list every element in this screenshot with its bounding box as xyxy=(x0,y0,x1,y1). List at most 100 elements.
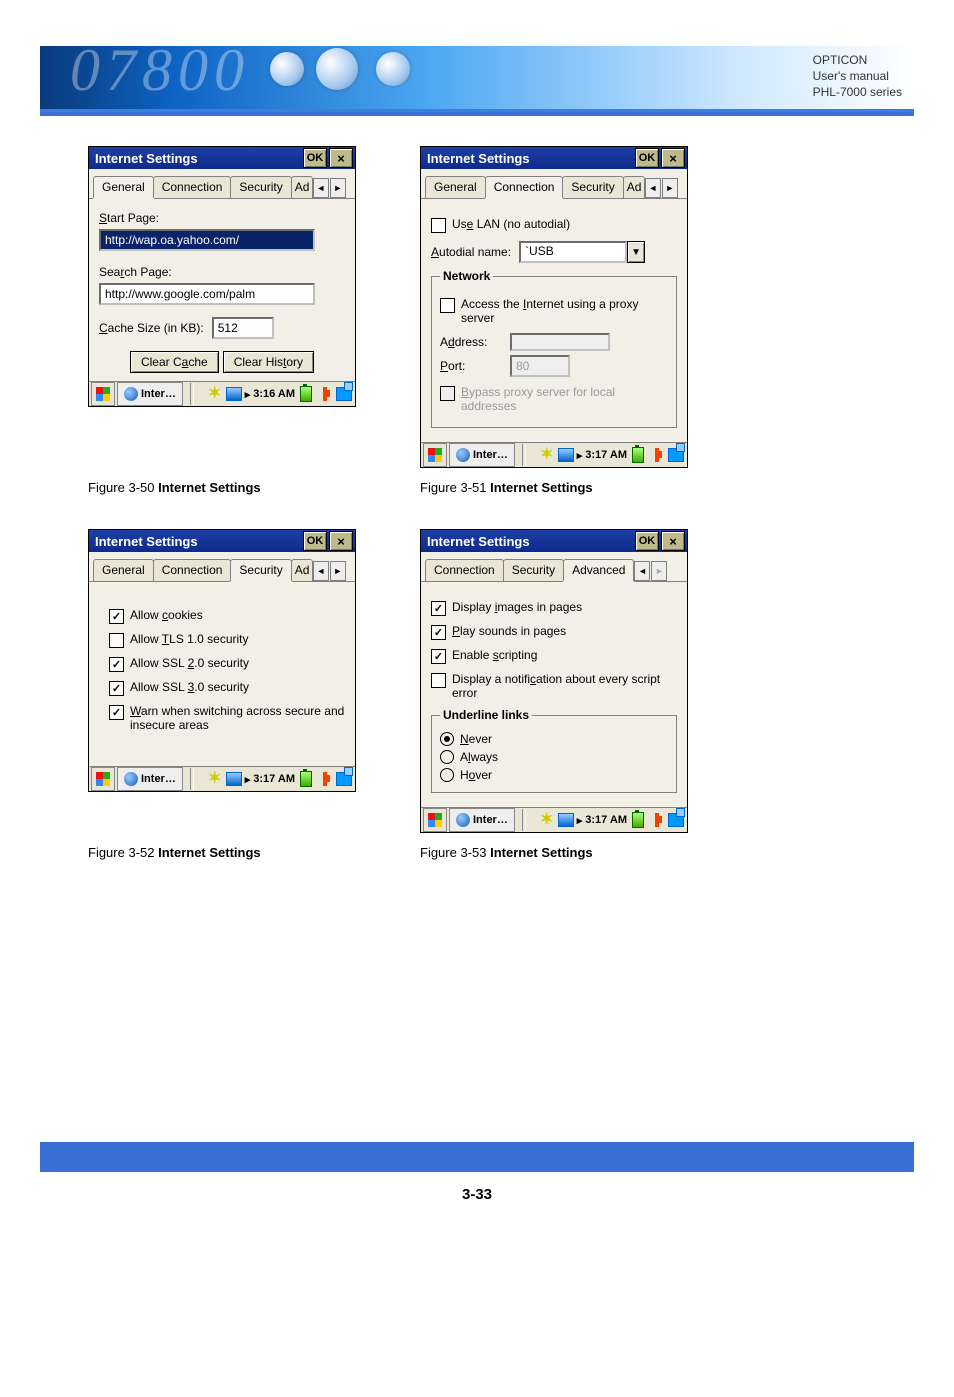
start-button[interactable] xyxy=(423,808,447,832)
ok-button[interactable]: OK xyxy=(635,148,659,168)
clear-cache-button[interactable]: Clear Cache xyxy=(130,351,219,373)
tab-scroll-right-icon[interactable]: ► xyxy=(330,561,346,581)
use-lan-checkbox[interactable]: Use LAN (no autodial) xyxy=(431,217,677,233)
figure-caption: Figure 3-53 Internet Settings xyxy=(420,845,692,860)
underline-hover-radio[interactable]: Hover xyxy=(440,768,668,782)
watermark-text: 07800 xyxy=(70,46,250,105)
clear-history-button[interactable]: Clear History xyxy=(223,351,314,373)
start-button[interactable] xyxy=(91,382,115,406)
underline-links-legend: Underline links xyxy=(440,708,532,722)
cache-size-input[interactable]: 512 xyxy=(212,317,274,339)
close-button[interactable]: × xyxy=(329,148,353,168)
tab-connection[interactable]: Connection xyxy=(153,559,232,581)
tab-truncated[interactable]: Ad xyxy=(291,559,313,581)
decorative-sphere xyxy=(376,52,410,86)
tab-security[interactable]: Security xyxy=(230,176,291,198)
allow-ssl3-checkbox[interactable]: Allow SSL 3.0 security xyxy=(109,680,345,696)
autodial-combo[interactable]: `USB ▼ xyxy=(519,241,645,263)
tab-security[interactable]: Security xyxy=(230,559,291,581)
taskbar-separator xyxy=(522,809,526,831)
taskbar-app-button[interactable]: Inter… xyxy=(117,382,183,406)
notify-script-error-checkbox[interactable]: Display a notification about every scrip… xyxy=(431,672,677,700)
tab-scroll-left-icon[interactable]: ◄ xyxy=(645,178,661,198)
taskbar: Inter… ✶ ▸ 3:17 AM xyxy=(421,807,687,832)
tab-truncated[interactable]: Ad xyxy=(623,176,645,198)
taskbar-app-button[interactable]: Inter… xyxy=(449,808,515,832)
enable-scripting-checkbox[interactable]: Enable scripting xyxy=(431,648,677,664)
allow-cookies-checkbox[interactable]: Allow cookies xyxy=(109,608,345,624)
taskbar-app-button[interactable]: Inter… xyxy=(449,443,515,467)
window-title: Internet Settings xyxy=(427,534,633,549)
display-images-checkbox[interactable]: Display images in pages xyxy=(431,600,677,616)
system-tray: ✶ ▸ 3:17 AM xyxy=(207,771,355,787)
tab-truncated[interactable]: Ad xyxy=(291,176,313,198)
decorative-sphere xyxy=(316,48,358,90)
connection-icon xyxy=(226,386,242,402)
play-sounds-checkbox[interactable]: Play sounds in pages xyxy=(431,624,677,640)
title-bar: Internet Settings OK × xyxy=(421,147,687,169)
network-icon xyxy=(668,447,684,463)
proxy-port-input[interactable]: 80 xyxy=(510,355,570,377)
proxy-checkbox[interactable]: Access the Internet using a proxy server xyxy=(440,297,668,325)
globe-icon xyxy=(456,448,470,462)
brand-name: OPTICON xyxy=(813,52,902,68)
tab-connection[interactable]: Connection xyxy=(153,176,232,198)
allow-tls-checkbox[interactable]: Allow TLS 1.0 security xyxy=(109,632,345,648)
underline-always-radio[interactable]: Always xyxy=(440,750,668,764)
clock: 3:17 AM xyxy=(253,773,295,785)
tray-arrow-icon: ▸ xyxy=(245,773,251,786)
start-button[interactable] xyxy=(91,767,115,791)
tab-security[interactable]: Security xyxy=(503,559,564,581)
tray-arrow-icon: ▸ xyxy=(577,814,583,827)
tab-strip: General Connection Security Ad ◄ ► xyxy=(421,169,687,199)
start-button[interactable] xyxy=(423,443,447,467)
windows-flag-icon xyxy=(96,772,110,786)
dropdown-arrow-icon[interactable]: ▼ xyxy=(627,241,645,263)
start-page-input[interactable]: http://wap.oa.yahoo.com/ xyxy=(99,229,315,251)
tray-arrow-icon: ▸ xyxy=(245,388,251,401)
tab-scroll-left-icon[interactable]: ◄ xyxy=(313,561,329,581)
proxy-address-input[interactable] xyxy=(510,333,610,351)
tab-scroll-right-icon[interactable]: ► xyxy=(662,178,678,198)
signal-icon: ✶ xyxy=(207,771,223,787)
signal-icon: ✶ xyxy=(207,386,223,402)
network-group: Network Access the Internet using a prox… xyxy=(431,269,677,428)
tab-scroll-right-icon[interactable]: ► xyxy=(651,561,667,581)
taskbar: Inter… ✶ ▸ 3:17 AM xyxy=(89,766,355,791)
globe-icon xyxy=(124,772,138,786)
plug-icon xyxy=(649,447,665,463)
warn-switch-checkbox[interactable]: Warn when switching across secure and in… xyxy=(109,704,345,732)
windows-flag-icon xyxy=(96,387,110,401)
port-label: Port: xyxy=(440,359,502,373)
close-button[interactable]: × xyxy=(661,148,685,168)
ok-button[interactable]: OK xyxy=(303,531,327,551)
taskbar-app-label: Inter… xyxy=(141,388,176,400)
clock: 3:17 AM xyxy=(585,449,627,461)
tab-scroll-left-icon[interactable]: ◄ xyxy=(634,561,650,581)
tab-security[interactable]: Security xyxy=(562,176,623,198)
tab-advanced[interactable]: Advanced xyxy=(563,559,634,581)
ok-button[interactable]: OK xyxy=(303,148,327,168)
globe-icon xyxy=(456,813,470,827)
tab-scroll-right-icon[interactable]: ► xyxy=(330,178,346,198)
autodial-value: `USB xyxy=(519,241,627,263)
ok-button[interactable]: OK xyxy=(635,531,659,551)
search-page-input[interactable]: http://www.google.com/palm xyxy=(99,283,315,305)
tab-connection[interactable]: Connection xyxy=(485,176,564,198)
tab-strip: General Connection Security Ad ◄ ► xyxy=(89,552,355,582)
settings-window-general: Internet Settings OK × General Connectio… xyxy=(88,146,356,407)
figure-caption: Figure 3-51 Internet Settings xyxy=(420,480,692,495)
tab-scroll-left-icon[interactable]: ◄ xyxy=(313,178,329,198)
page-header-banner: 07800 OPTICON User's manual PHL-7000 ser… xyxy=(40,46,914,112)
close-button[interactable]: × xyxy=(329,531,353,551)
connection-icon xyxy=(558,447,574,463)
close-button[interactable]: × xyxy=(661,531,685,551)
tab-general[interactable]: General xyxy=(93,176,154,198)
tab-general[interactable]: General xyxy=(425,176,486,198)
footer-bar xyxy=(40,1142,914,1172)
allow-ssl2-checkbox[interactable]: Allow SSL 2.0 security xyxy=(109,656,345,672)
underline-never-radio[interactable]: Never xyxy=(440,732,668,746)
taskbar-app-button[interactable]: Inter… xyxy=(117,767,183,791)
tab-general[interactable]: General xyxy=(93,559,154,581)
tab-connection[interactable]: Connection xyxy=(425,559,504,581)
